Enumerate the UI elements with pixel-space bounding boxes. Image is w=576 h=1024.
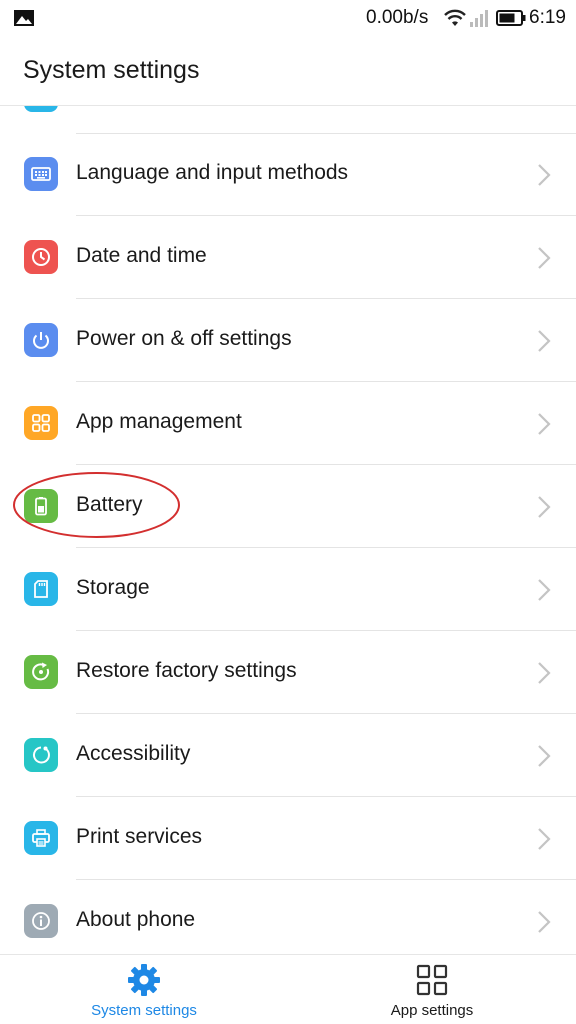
apps-grid-icon [416,964,448,996]
settings-item-label: Date and time [76,244,207,267]
chevron-right-icon [538,745,551,767]
chevron-right-icon [538,247,551,269]
settings-item-restore-factory[interactable]: Restore factory settings [0,631,576,714]
settings-item-print-services[interactable]: Print services [0,797,576,880]
accessibility-icon [24,738,58,772]
chevron-right-icon [538,330,551,352]
bottom-nav: System settings App settings [0,954,576,1024]
settings-item-label: Accessibility [76,742,191,765]
sd-card-icon [24,572,58,606]
chevron-right-icon [538,828,551,850]
nav-label: System settings [91,1002,197,1019]
settings-item-label: Restore factory settings [76,659,297,682]
settings-item-label: Storage [76,576,150,599]
chevron-right-icon [538,413,551,435]
app-header: System settings [0,36,576,106]
settings-item-date-time[interactable]: Date and time [0,216,576,299]
settings-item-label: Language and input methods [76,161,349,184]
settings-item-accessibility[interactable]: Accessibility [0,714,576,797]
page-title: System settings [23,56,200,84]
settings-item-label: App management [76,410,242,433]
clock-icon [24,240,58,274]
printer-icon [24,821,58,855]
wifi-icon [444,9,466,26]
clock: 6:19 [529,7,566,28]
restore-icon [24,655,58,689]
settings-item-label: Power on & off settings [76,327,292,350]
info-icon [24,904,58,938]
settings-item-about-phone[interactable]: About phone [0,880,576,954]
apps-grid-icon [24,406,58,440]
tab-app-settings[interactable]: App settings [288,955,576,1024]
settings-item-language[interactable]: Language and input methods [0,133,576,216]
battery-highlight-annotation [13,472,180,538]
nav-label: App settings [390,1002,474,1019]
partial-settings-icon [24,106,58,112]
gear-icon [128,964,160,996]
settings-item-storage[interactable]: Storage [0,548,576,631]
keyboard-icon [24,157,58,191]
chevron-right-icon [538,164,551,186]
power-icon [24,323,58,357]
settings-item-power[interactable]: Power on & off settings [0,299,576,382]
network-speed: 0.00b/s [366,7,429,28]
status-bar: 0.00b/s 6:19 [0,0,576,36]
chevron-right-icon [538,911,551,933]
image-notification-icon [14,10,34,26]
chevron-right-icon [538,662,551,684]
battery-status-icon [496,10,526,26]
signal-icon [470,10,488,27]
settings-item-label: About phone [76,908,196,931]
chevron-right-icon [538,579,551,601]
tab-system-settings[interactable]: System settings [0,955,288,1024]
settings-item-label: Print services [76,825,203,848]
settings-item-app-management[interactable]: App management [0,382,576,465]
chevron-right-icon [538,496,551,518]
